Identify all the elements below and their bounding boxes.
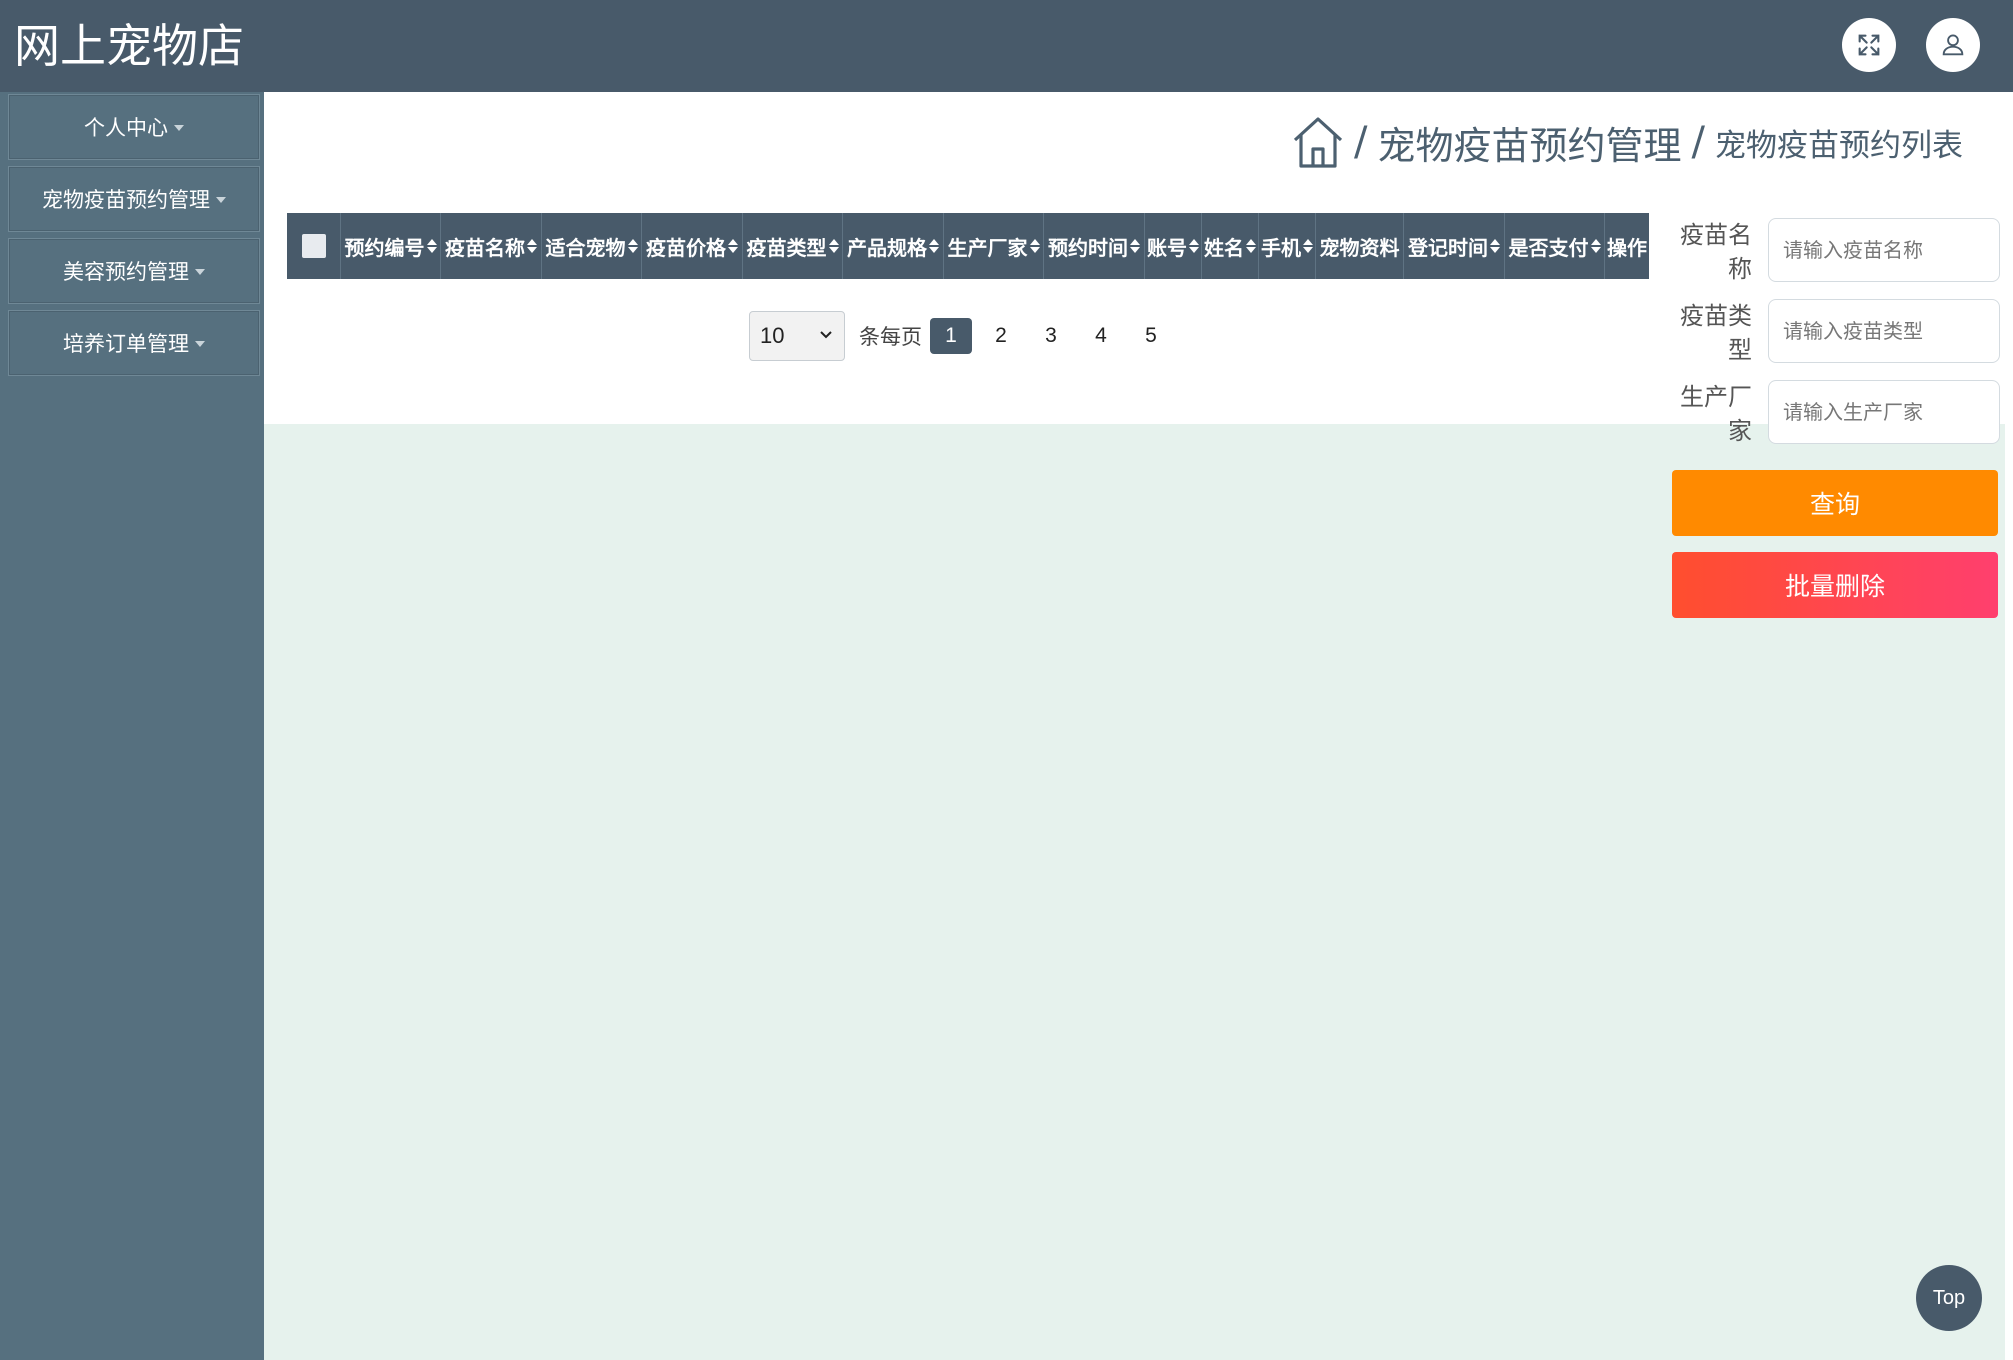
caret-down-icon (195, 341, 205, 347)
user-button[interactable] (1926, 18, 1980, 72)
column-header-vaccine-name[interactable]: 疫苗名称 (441, 213, 542, 279)
column-header-product-spec[interactable]: 产品规格 (843, 213, 944, 279)
column-header-appointment-time[interactable]: 预约时间 (1044, 213, 1145, 279)
query-button[interactable]: 查询 (1672, 470, 1998, 536)
sort-icon (828, 239, 839, 253)
breadcrumb: / 宠物疫苗预约管理 / 宠物疫苗预约列表 (1292, 112, 1963, 172)
column-header-is-paid[interactable]: 是否支付 (1505, 213, 1605, 279)
select-all-cell (287, 213, 341, 279)
column-header-register-time[interactable]: 登记时间 (1404, 213, 1505, 279)
page-button-5[interactable]: 5 (1130, 318, 1172, 354)
page-button-3[interactable]: 3 (1030, 318, 1072, 354)
column-header-pet-info: 宠物资料 (1316, 213, 1404, 279)
sidebar-item-grooming-appointments[interactable]: 美容预约管理 (8, 238, 260, 304)
filter-label: 生产厂家 (1680, 383, 1752, 445)
fullscreen-button[interactable] (1842, 18, 1896, 72)
sort-icon (1130, 239, 1140, 253)
sidebar-item-label: 宠物疫苗预约管理 (42, 188, 210, 212)
batch-delete-button[interactable]: 批量删除 (1672, 552, 1998, 618)
breadcrumb-home[interactable] (1292, 115, 1344, 169)
user-icon (1942, 34, 1964, 56)
column-header-account[interactable]: 账号 (1145, 213, 1202, 279)
column-header-actions: 操作 (1607, 235, 1647, 260)
sort-icon (728, 239, 738, 253)
caret-down-icon (195, 269, 205, 275)
column-header-name[interactable]: 姓名 (1202, 213, 1259, 279)
sort-icon (527, 239, 537, 253)
page-button-4[interactable]: 4 (1080, 318, 1122, 354)
page-button-2[interactable]: 2 (980, 318, 1022, 354)
sort-icon (1189, 239, 1199, 253)
sort-icon (426, 239, 437, 253)
column-header-appointment-no[interactable]: 预约编号 (341, 213, 441, 279)
breadcrumb-separator: / (1354, 119, 1368, 165)
sidebar: 个人中心 宠物疫苗预约管理 美容预约管理 培养订单管理 (0, 92, 264, 1360)
sidebar-item-label: 培养订单管理 (63, 332, 189, 356)
filter-label: 疫苗类型 (1680, 302, 1752, 364)
sidebar-item-label: 个人中心 (84, 116, 168, 140)
top-bar: 网上宠物店 (0, 0, 2013, 92)
sort-icon (1029, 239, 1040, 253)
page-button-1[interactable]: 1 (930, 318, 972, 354)
sort-icon (627, 239, 638, 253)
column-header-manufacturer[interactable]: 生产厂家 (944, 213, 1044, 279)
back-to-top-button[interactable]: Top (1916, 1265, 1982, 1331)
sidebar-item-label: 美容预约管理 (63, 260, 189, 284)
column-header-suitable-pet[interactable]: 适合宠物 (542, 213, 642, 279)
sidebar-item-personal-center[interactable]: 个人中心 (8, 94, 260, 160)
vaccine-name-input[interactable] (1768, 218, 2000, 282)
expand-icon (1858, 34, 1880, 56)
page-size-select[interactable]: 10 (749, 311, 845, 361)
caret-down-icon (216, 197, 226, 203)
sort-icon (929, 239, 939, 253)
sidebar-item-vaccine-appointments[interactable]: 宠物疫苗预约管理 (8, 166, 260, 232)
sort-icon (1246, 239, 1256, 253)
filter-label: 疫苗名称 (1680, 221, 1752, 283)
manufacturer-input[interactable] (1768, 380, 2000, 444)
sidebar-item-boarding-orders[interactable]: 培养订单管理 (8, 310, 260, 376)
column-header-phone[interactable]: 手机 (1259, 213, 1316, 279)
sort-icon (1303, 239, 1313, 253)
select-all-checkbox[interactable] (301, 234, 326, 258)
pagination: 10 条每页 1 2 3 4 5 (749, 310, 1180, 362)
breadcrumb-page: 宠物疫苗预约列表 (1715, 127, 1963, 164)
table-header: 预约编号 疫苗名称 适合宠物 疫苗价格 疫苗类型 产品规格 生产厂家 预约时间 … (287, 213, 1649, 279)
home-icon (1293, 117, 1343, 168)
sort-icon (1490, 239, 1500, 253)
vaccine-type-input[interactable] (1768, 299, 2000, 363)
breadcrumb-separator: / (1691, 119, 1705, 165)
chevron-down-icon (820, 331, 832, 339)
per-page-label: 条每页 (859, 325, 922, 349)
caret-down-icon (174, 125, 184, 131)
breadcrumb-section[interactable]: 宠物疫苗预约管理 (1378, 115, 1682, 170)
column-header-vaccine-type[interactable]: 疫苗类型 (743, 213, 843, 279)
column-header-vaccine-price[interactable]: 疫苗价格 (642, 213, 743, 279)
app-title: 网上宠物店 (14, 19, 244, 73)
sort-icon (1590, 239, 1601, 253)
right-edge (2005, 92, 2013, 1360)
